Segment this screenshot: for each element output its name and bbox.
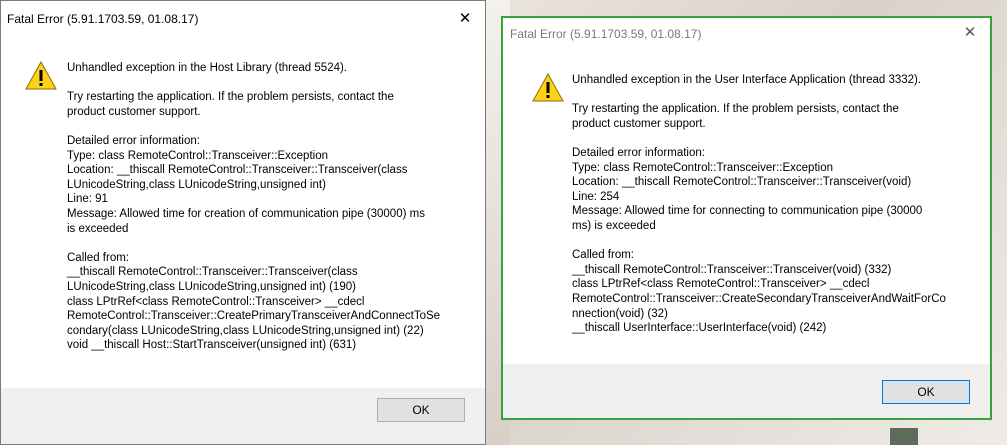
dialog-title: Fatal Error (5.91.1703.59, 01.08.17) <box>7 12 199 26</box>
warning-icon <box>532 73 564 102</box>
ok-button[interactable]: OK <box>882 380 970 404</box>
error-message: Unhandled exception in the Host Library … <box>67 61 477 367</box>
detail-line: Location: __thiscall RemoteControl::Tran… <box>572 176 912 189</box>
fatal-error-dialog-ui: Fatal Error (5.91.1703.59, 01.08.17) ✕ U… <box>501 16 992 420</box>
dialog-title: Fatal Error (5.91.1703.59, 01.08.17) <box>510 27 702 41</box>
title-bar[interactable]: Fatal Error (5.91.1703.59, 01.08.17) ✕ <box>503 18 990 48</box>
callstack-line: Called from: <box>67 251 129 264</box>
callstack-line: class LPtrRef<class RemoteControl::Trans… <box>67 295 365 308</box>
detail-line: LUnicodeString,class LUnicodeString,unsi… <box>67 178 326 191</box>
detail-line: is exceeded <box>67 222 129 235</box>
detail-line: Message: Allowed time for connecting to … <box>572 205 923 218</box>
advice-line: Try restarting the application. If the p… <box>572 103 899 116</box>
callstack-line: __thiscall UserInterface::UserInterface(… <box>572 322 827 335</box>
title-bar[interactable]: Fatal Error (5.91.1703.59, 01.08.17) ✕ <box>1 1 485 35</box>
detail-line: Message: Allowed time for creation of co… <box>67 207 425 220</box>
desktop-icon-fragment <box>890 428 918 445</box>
callstack-line: condary(class LUnicodeString,class LUnic… <box>67 324 424 337</box>
callstack-line: LUnicodeString,class LUnicodeString,unsi… <box>67 280 356 293</box>
callstack-line: RemoteControl::Transceiver::CreatePrimar… <box>67 310 441 323</box>
callstack-line: __thiscall RemoteControl::Transceiver::T… <box>67 266 358 279</box>
close-icon[interactable]: ✕ <box>451 8 479 30</box>
ok-button[interactable]: OK <box>377 398 465 422</box>
detail-line: Detailed error information: <box>67 134 200 147</box>
callstack-line: RemoteControl::Transceiver::CreateSecond… <box>572 292 946 305</box>
advice-line: product customer support. <box>67 105 201 118</box>
advice-line: Try restarting the application. If the p… <box>67 91 394 104</box>
callstack-line: class LPtrRef<class RemoteControl::Trans… <box>572 278 870 291</box>
callstack-line: void __thiscall Host::StartTransceiver(u… <box>67 339 357 352</box>
detail-line: Type: class RemoteControl::Transceiver::… <box>67 149 328 162</box>
detail-line: ms) is exceeded <box>572 219 656 232</box>
callstack-line: nnection(void) (32) <box>572 307 668 320</box>
callstack-line: __thiscall RemoteControl::Transceiver::T… <box>572 263 892 276</box>
fatal-error-dialog-host: Fatal Error (5.91.1703.59, 01.08.17) ✕ U… <box>0 0 486 445</box>
detail-line: Line: 254 <box>572 190 620 203</box>
detail-line: Location: __thiscall RemoteControl::Tran… <box>67 164 408 177</box>
detail-line: Line: 91 <box>67 193 108 206</box>
error-headline: Unhandled exception in the User Interfac… <box>572 74 922 86</box>
callstack-line: Called from: <box>572 249 634 262</box>
warning-icon <box>25 61 57 90</box>
error-message: Unhandled exception in the User Interfac… <box>572 73 982 350</box>
close-icon[interactable]: ✕ <box>956 22 984 44</box>
detail-line: Type: class RemoteControl::Transceiver::… <box>572 161 833 174</box>
error-headline: Unhandled exception in the Host Library … <box>67 62 348 74</box>
detail-line: Detailed error information: <box>572 146 705 159</box>
advice-line: product customer support. <box>572 117 706 130</box>
